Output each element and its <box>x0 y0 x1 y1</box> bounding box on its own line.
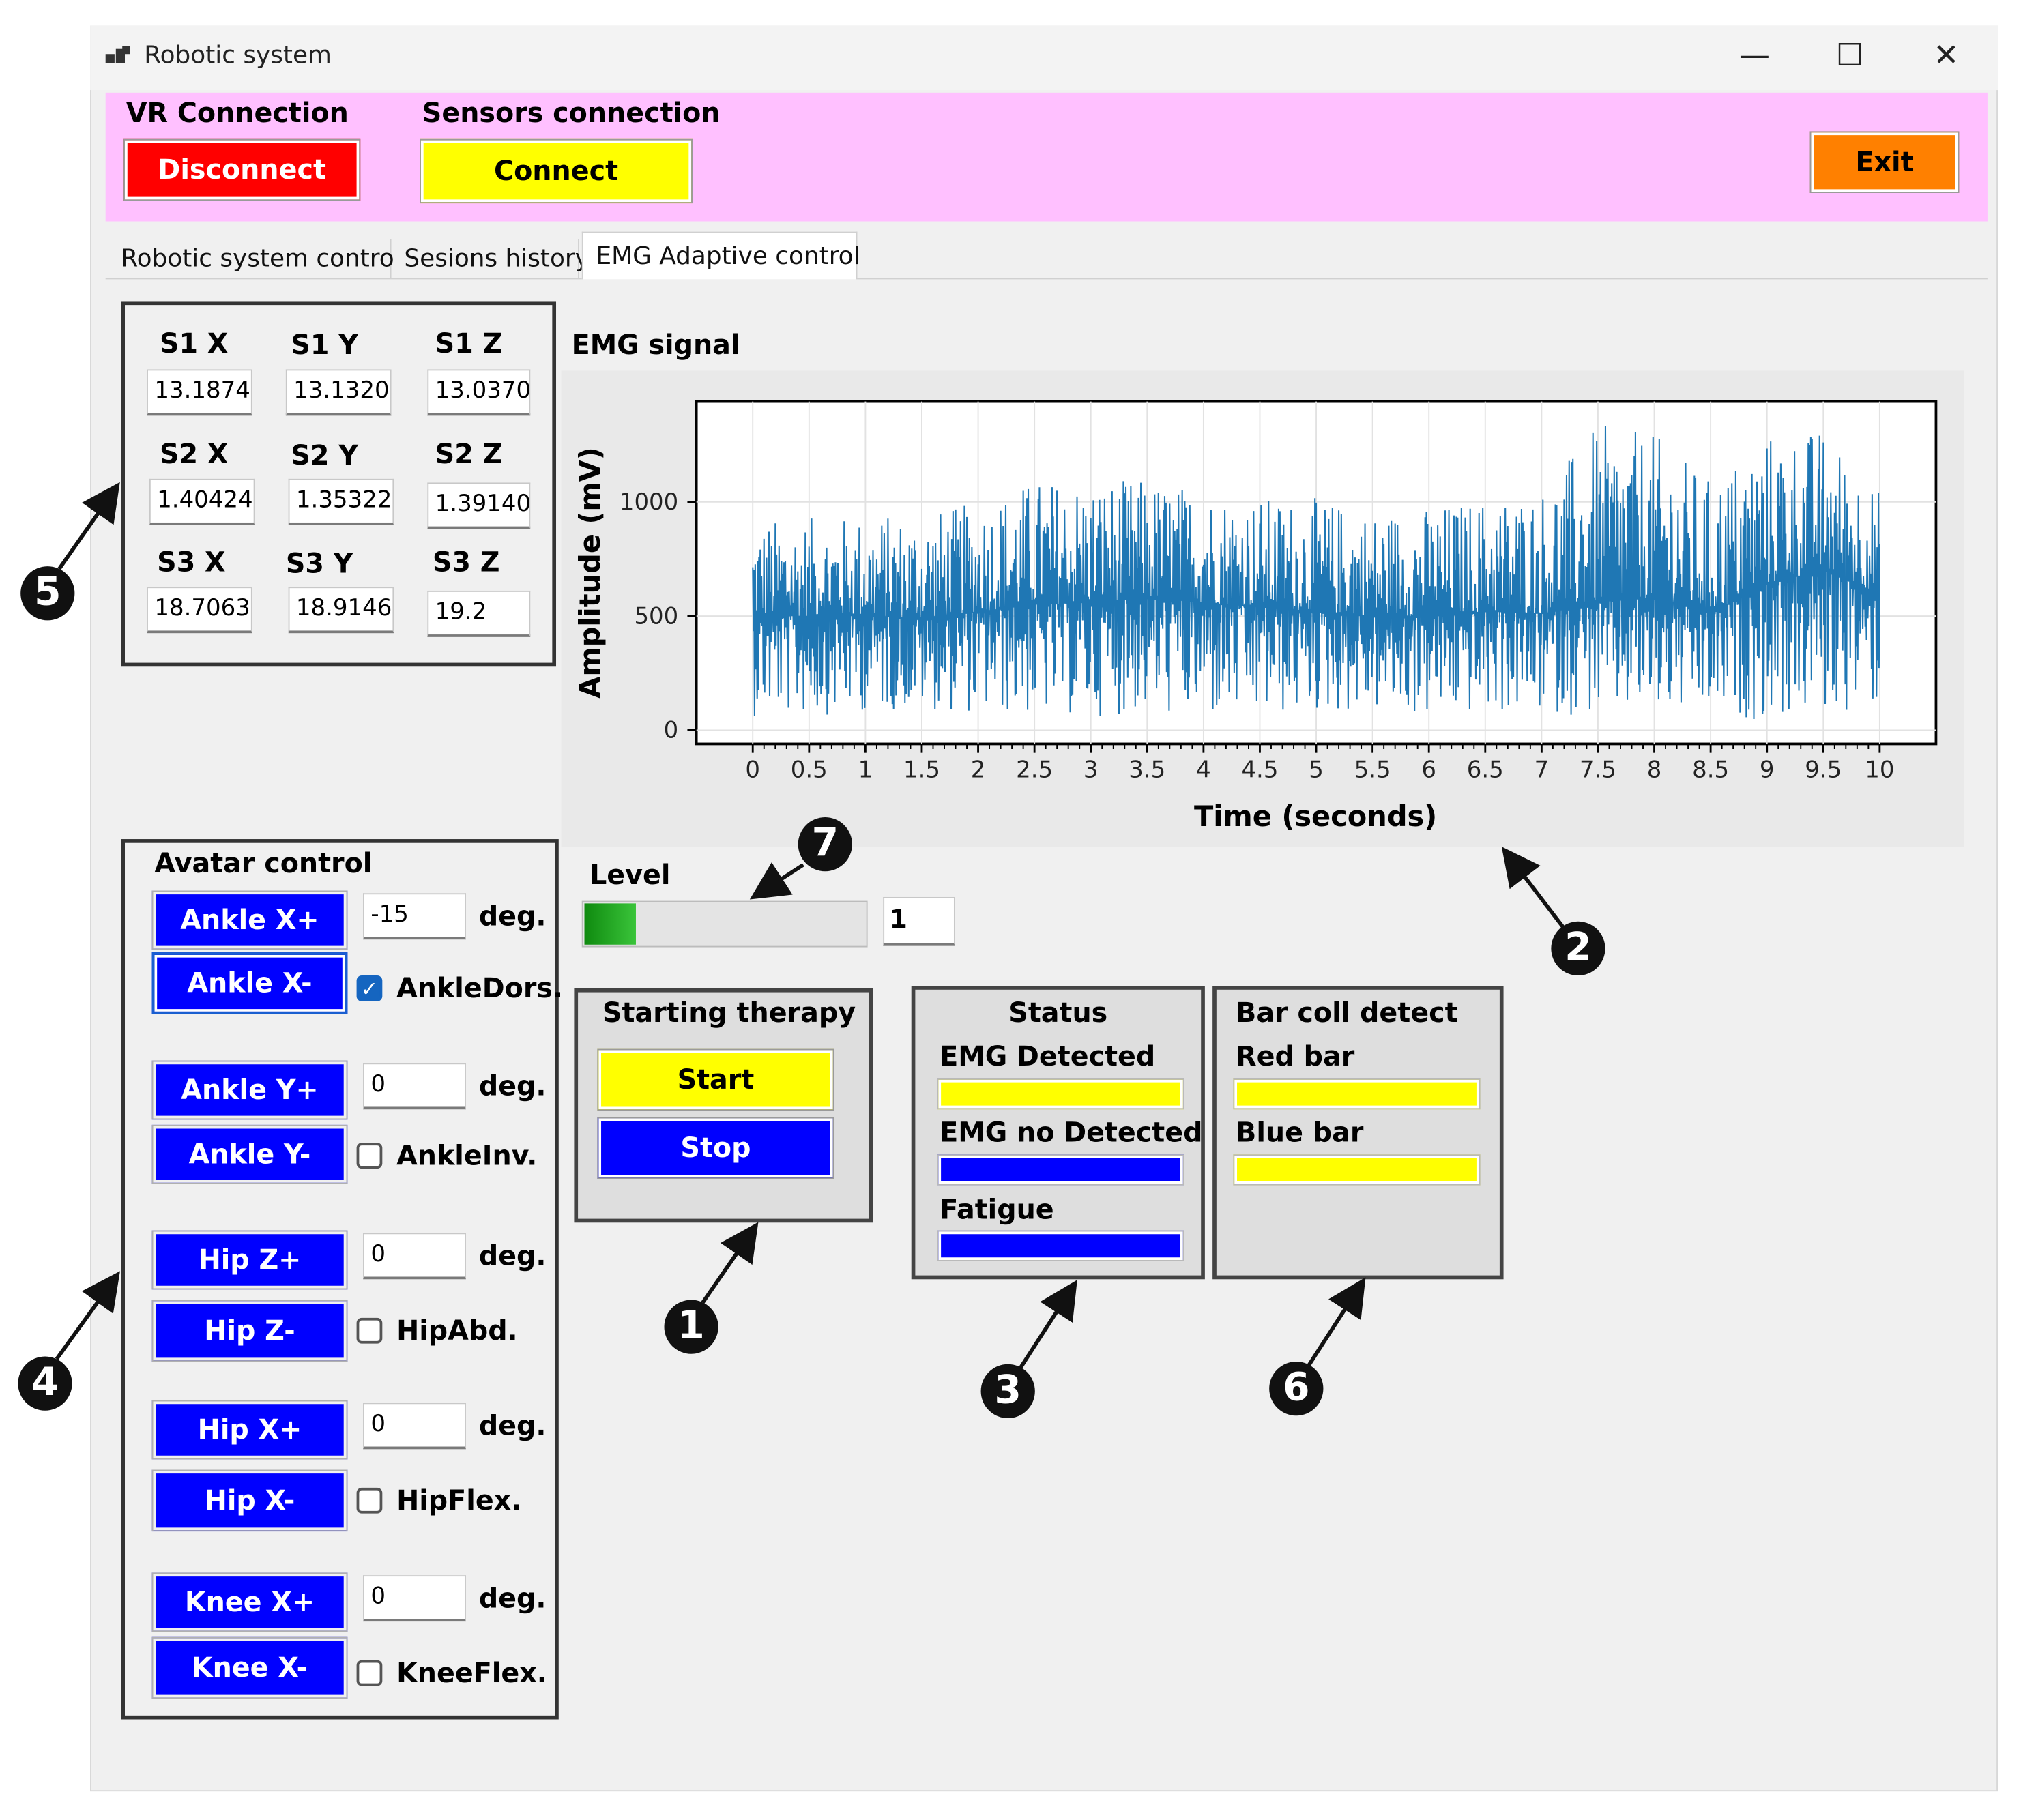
callout-arrow-4 <box>55 1271 120 1360</box>
callout-arrow-1 <box>701 1222 759 1304</box>
callout-arrow-2 <box>1501 847 1565 928</box>
callout-arrow-6 <box>1306 1277 1366 1368</box>
callout-3: 3 <box>980 1364 1035 1419</box>
callout-arrows <box>55 482 1565 1370</box>
callout-1: 1 <box>664 1300 718 1354</box>
callout-2: 2 <box>1551 921 1605 976</box>
callout-7: 7 <box>798 817 852 872</box>
callout-arrow-7 <box>749 862 804 900</box>
callout-arrow-5 <box>57 482 120 570</box>
callout-6: 6 <box>1269 1362 1324 1416</box>
callout-5: 5 <box>20 566 75 621</box>
callout-4: 4 <box>18 1356 72 1411</box>
callout-arrow-3 <box>1017 1280 1077 1370</box>
